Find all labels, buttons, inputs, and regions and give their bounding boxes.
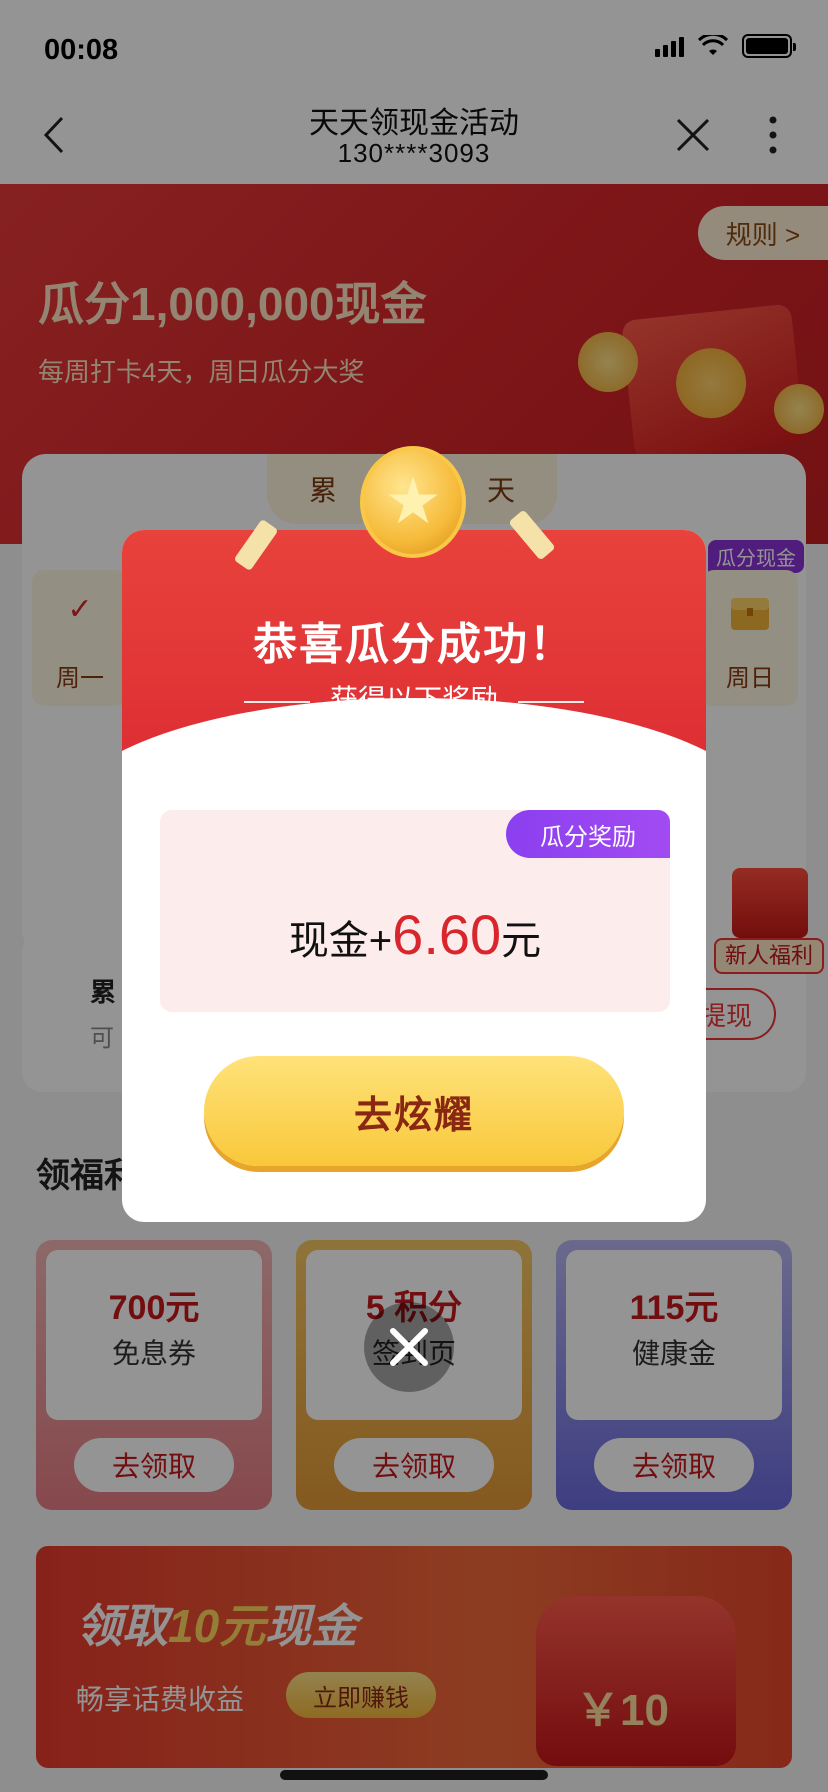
reward-label: 现金+ [288,919,393,963]
reward-amount: 6.60 [392,903,502,966]
reward-box: 瓜分奖励 现金+6.60元 [160,810,670,1012]
close-icon [390,1328,428,1366]
reward-unit: 元 [501,919,542,963]
reward-tag: 瓜分奖励 [506,810,670,858]
close-modal-button[interactable] [364,1302,454,1392]
success-modal: 恭喜瓜分成功！ 获得以下奖励 瓜分奖励 现金+6.60元 去炫耀 [122,530,706,1222]
reward-text: 现金+6.60元 [160,902,670,967]
star-icon: ★ [384,465,442,537]
show-off-button[interactable]: 去炫耀 [204,1056,624,1166]
modal-subtitle-row: 获得以下奖励 [122,678,706,718]
modal-subtitle: 获得以下奖励 [329,684,498,715]
home-indicator [280,1770,548,1780]
modal-title: 恭喜瓜分成功！ [253,620,575,669]
